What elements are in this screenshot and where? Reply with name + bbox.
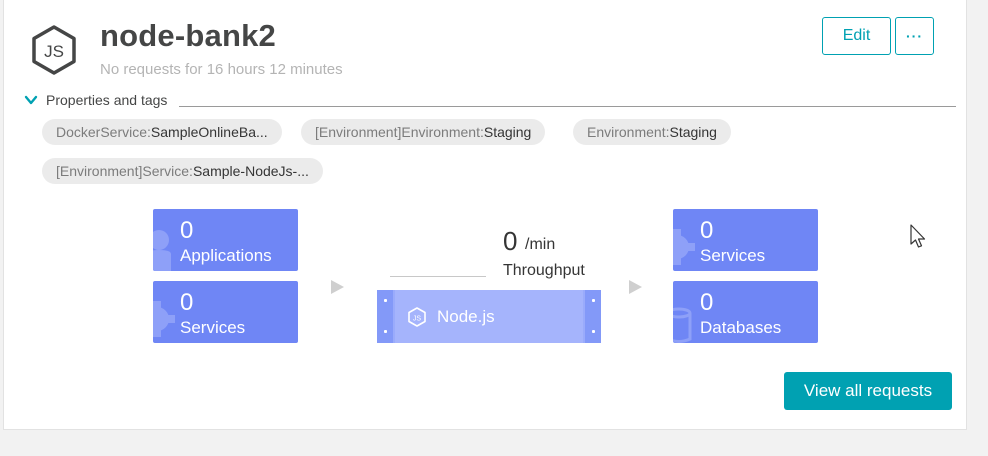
mouse-cursor-icon (910, 224, 926, 248)
nodejs-icon: JS (408, 306, 426, 327)
process-group-card: JS node-bank2 No requests for 16 hours 1… (3, 0, 967, 430)
databases-count: 0 (700, 289, 714, 316)
user-icon (153, 230, 171, 271)
chevron-down-icon (24, 95, 38, 105)
process-name: Node.js (437, 306, 495, 326)
tag-docker-service[interactable]: DockerService: SampleOnlineBa... (42, 119, 282, 145)
callee-services-count: 0 (700, 217, 714, 244)
nodejs-process-box[interactable]: JS Node.js (377, 290, 601, 343)
cap-dot (384, 299, 387, 302)
tag-key: [Environment]Service: (56, 163, 193, 179)
caller-services-label: Services (180, 318, 246, 337)
gear-icon (673, 229, 695, 265)
cap-dot (384, 330, 387, 333)
caller-services-tile[interactable]: 0 Services (153, 281, 298, 343)
properties-toggle-label: Properties and tags (46, 92, 168, 108)
databases-tile[interactable]: 0 Databases (673, 281, 818, 343)
tag-key: [Environment]Environment: (315, 124, 484, 140)
applications-tile[interactable]: 0 Applications (153, 209, 298, 271)
tag-value: Sample-NodeJs-... (192, 163, 309, 179)
applications-count: 0 (180, 217, 194, 244)
view-all-requests-button[interactable]: View all requests (784, 372, 952, 410)
callee-services-label: Services (700, 246, 766, 265)
properties-toggle[interactable]: Properties and tags (24, 92, 167, 108)
properties-divider (179, 106, 956, 107)
tag-value: Staging (483, 124, 532, 140)
edit-button[interactable]: Edit (822, 17, 891, 55)
process-body: JS Node.js (395, 290, 583, 343)
throughput-value: 0 (503, 226, 518, 256)
gear-icon (153, 301, 175, 337)
tag-environment-service[interactable]: [Environment]Service: Sample-NodeJs-... (42, 158, 323, 184)
process-cap-right (585, 290, 601, 343)
callee-services-tile[interactable]: 0 Services (673, 209, 818, 271)
svg-text:JS: JS (413, 315, 422, 322)
cap-dot (592, 299, 595, 302)
cap-dot (592, 330, 595, 333)
throughput-label: Throughput (503, 262, 585, 279)
tag-value: SampleOnlineBa... (150, 124, 268, 140)
page-title: node-bank2 (100, 18, 276, 53)
applications-label: Applications (180, 246, 272, 265)
tag-key: Environment: (587, 124, 670, 140)
throughput-unit: /min (525, 236, 556, 253)
tag-key: DockerService: (56, 124, 151, 140)
tag-value: Staging (669, 124, 717, 140)
databases-label: Databases (700, 318, 782, 337)
process-cap-left (377, 290, 393, 343)
tag-environment-environment[interactable]: [Environment]Environment: Staging (301, 119, 546, 145)
caller-services-count: 0 (180, 289, 194, 316)
request-status-text: No requests for 16 hours 12 minutes (100, 61, 343, 78)
throughput-line (390, 276, 486, 277)
nodejs-hexagon-icon: JS (32, 25, 76, 75)
database-icon (673, 307, 692, 343)
svg-text:JS: JS (44, 42, 64, 61)
tag-environment[interactable]: Environment: Staging (573, 119, 731, 145)
flow-arrow-in (331, 280, 344, 294)
more-options-button[interactable]: ··· (895, 17, 934, 55)
flow-arrow-out (629, 280, 642, 294)
